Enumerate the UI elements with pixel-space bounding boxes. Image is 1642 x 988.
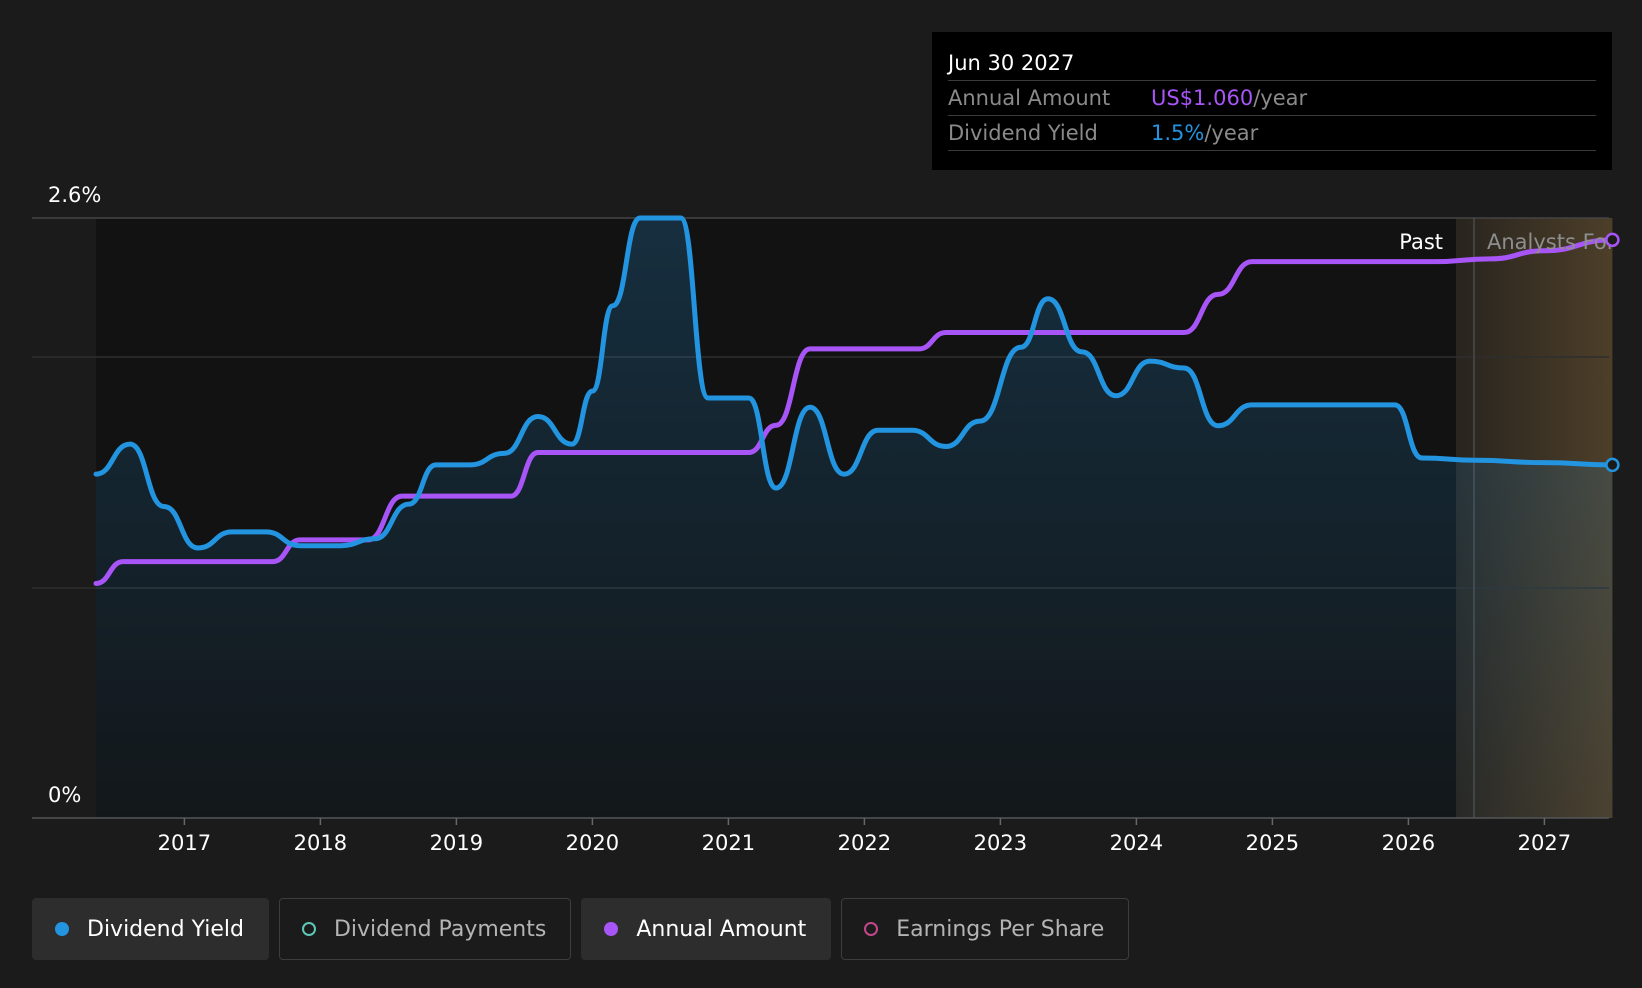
x-tick-label: 2022 <box>838 831 891 855</box>
x-tick-label: 2025 <box>1246 831 1299 855</box>
filled-circle-icon <box>604 922 619 936</box>
tooltip-row-dividend-yield: Dividend Yield 1.5% /year <box>948 116 1596 151</box>
hollow-circle-icon <box>864 922 879 936</box>
hover-tooltip: Jun 30 2027 Annual Amount US$1.060 /year… <box>932 32 1612 170</box>
legend-label: Dividend Yield <box>87 916 244 942</box>
legend-label: Annual Amount <box>636 916 807 942</box>
x-tick-label: 2026 <box>1382 831 1435 855</box>
legend-earnings-per-share-toggle[interactable]: Earnings Per Share <box>841 898 1130 960</box>
x-tick-label: 2019 <box>430 831 483 855</box>
x-tick-label: 2023 <box>974 831 1027 855</box>
tooltip-unit: /year <box>1253 86 1308 110</box>
legend-dividend-yield-toggle[interactable]: Dividend Yield <box>32 898 269 960</box>
hollow-circle-icon <box>301 922 316 936</box>
y-tick-label-top: 2.6% <box>48 183 101 207</box>
tooltip-label: Dividend Yield <box>948 121 1098 145</box>
tooltip-row-annual-amount: Annual Amount US$1.060 /year <box>948 81 1596 116</box>
tooltip-date: Jun 30 2027 <box>948 46 1596 81</box>
tooltip-label: Annual Amount <box>948 86 1111 110</box>
chart-legend: Dividend Yield Dividend Payments Annual … <box>32 898 1130 960</box>
x-tick-label: 2024 <box>1110 831 1163 855</box>
x-axis-ticks: 2017 2018 2019 2020 2021 2022 2023 2024 2025 2026… <box>158 818 1571 855</box>
legend-dividend-payments-toggle[interactable]: Dividend Payments <box>278 898 572 960</box>
x-tick-label: 2018 <box>294 831 347 855</box>
tooltip-unit: /year <box>1204 121 1259 145</box>
region-label-past: Past <box>1399 230 1443 254</box>
dividend-yield-end-marker <box>1605 457 1620 473</box>
tooltip-value: 1.5% <box>1151 121 1205 145</box>
legend-label: Earnings Per Share <box>896 916 1105 942</box>
annual-amount-end-marker <box>1605 232 1620 248</box>
tooltip-value: US$1.060 <box>1151 86 1254 110</box>
legend-annual-amount-toggle[interactable]: Annual Amount <box>581 898 832 960</box>
x-tick-label: 2020 <box>566 831 619 855</box>
legend-label: Dividend Payments <box>333 916 547 942</box>
x-tick-label: 2017 <box>158 831 211 855</box>
y-axis-labels: 2.6% 0% <box>48 183 101 807</box>
filled-circle-icon <box>55 922 69 936</box>
y-tick-label-bottom: 0% <box>48 783 81 807</box>
x-tick-label: 2027 <box>1518 831 1571 855</box>
x-tick-label: 2021 <box>702 831 755 855</box>
